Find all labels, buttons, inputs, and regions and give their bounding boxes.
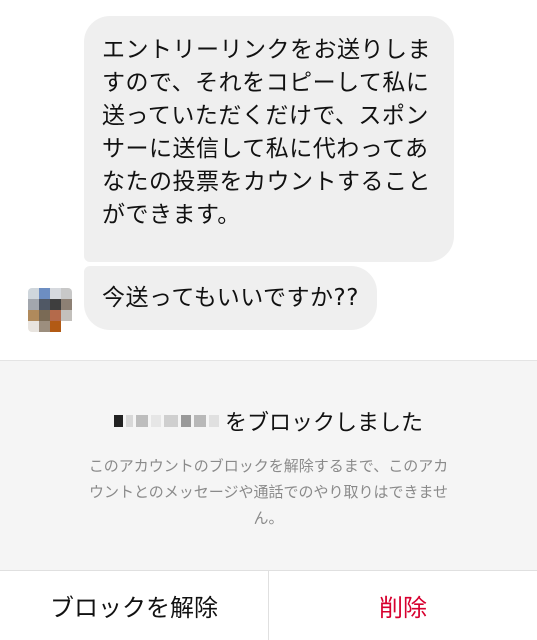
message-line: 今送ってもいいですか?? [102,285,359,311]
message-line: 送っていただくだけで、スポン [102,103,429,129]
message-line: ができます。 [102,202,241,228]
blocked-notice-description: このアカウントのブロックを解除するまで、このアカ ウントとのメッセージや通話での… [48,453,489,531]
avatar-pixel [50,288,61,299]
avatar-pixel [61,299,72,310]
message-line: サーに送信して私に代わってあ [102,136,429,162]
avatar-pixel [50,299,61,310]
avatar-pixel [39,310,50,321]
avatar-pixel [61,321,72,332]
action-bar: ブロックを解除 削除 [0,570,537,640]
blocked-notice-panel: をブロックしました このアカウントのブロックを解除するまで、このアカ ウントとの… [0,360,537,570]
message-bubble[interactable]: 今送ってもいいですか?? [84,266,377,330]
description-line: このアカウントのブロックを解除するまで、このアカ [88,457,449,475]
message-line: すので、それをコピーして私に [102,70,430,96]
avatar-pixel [28,310,39,321]
message-line: エントリーリンクをお送りしま [102,37,431,63]
sender-avatar[interactable] [28,288,72,332]
avatar-pixel [61,310,72,321]
avatar-pixel [50,310,61,321]
description-line: ん。 [253,509,284,527]
message-bubble[interactable]: エントリーリンクをお送りしま すので、それをコピーして私に 送っていただくだけで… [84,16,454,262]
blocked-notice-text: をブロックしました [224,411,423,436]
message-thread: エントリーリンクをお送りしま すので、それをコピーして私に 送っていただくだけで… [0,0,537,360]
avatar-pixel [50,321,61,332]
avatar-pixel [28,299,39,310]
description-line: ウントとのメッセージや通話でのやり取りはできませ [88,483,449,501]
redacted-username [113,415,219,427]
avatar-pixel [39,321,50,332]
avatar-pixel [28,288,39,299]
blocked-notice-title: をブロックしました [0,405,537,437]
avatar-pixel [61,288,72,299]
unblock-button[interactable]: ブロックを解除 [0,571,269,640]
delete-button[interactable]: 削除 [269,571,537,640]
message-line: なたの投票をカウントすること [102,169,431,195]
avatar-pixel [39,288,50,299]
avatar-pixel [39,299,50,310]
avatar-pixel [28,321,39,332]
